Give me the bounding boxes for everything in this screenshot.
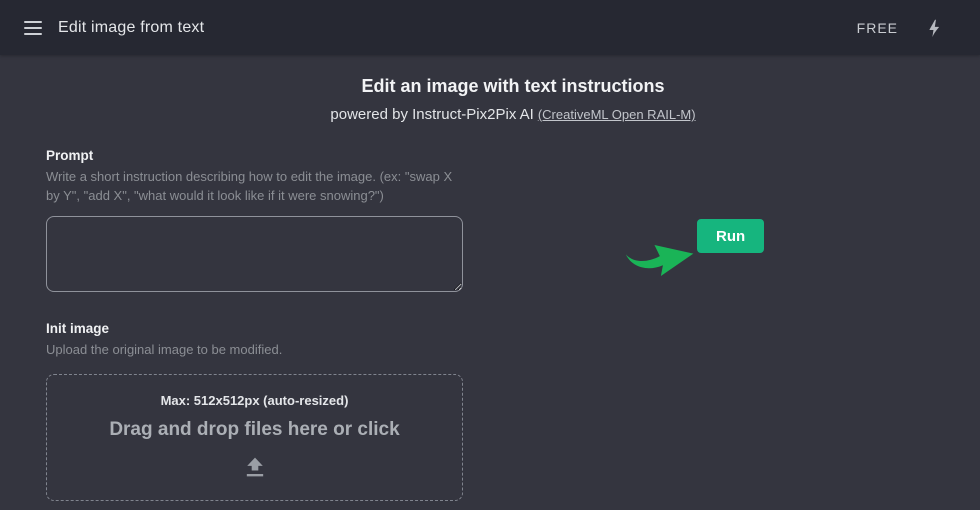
topbar-right: FREE xyxy=(857,17,944,39)
form-column: Prompt Write a short instruction describ… xyxy=(46,148,463,501)
topbar: Edit image from text FREE xyxy=(0,0,980,55)
page-subtitle: powered by Instruct-Pix2Pix AI (CreativeM… xyxy=(46,106,980,123)
curved-arrow-icon xyxy=(625,245,694,277)
bolt-icon[interactable] xyxy=(922,17,944,39)
plan-badge[interactable]: FREE xyxy=(857,20,898,36)
app-title: Edit image from text xyxy=(58,18,205,36)
init-image-help: Upload the original image to be modified… xyxy=(46,341,283,357)
prompt-section: Prompt Write a short instruction describ… xyxy=(46,148,463,292)
file-dropzone[interactable]: Max: 512x512px (auto-resized) Drag and d… xyxy=(46,373,463,501)
hero: Edit an image with text instructions pow… xyxy=(46,76,980,123)
dropzone-max-note: Max: 512x512px (auto-resized) xyxy=(160,392,349,408)
page-title: Edit an image with text instructions xyxy=(361,76,665,96)
run-button[interactable]: Run xyxy=(697,219,765,253)
init-image-section: Init image Upload the original image to … xyxy=(46,321,463,501)
run-group: Run xyxy=(624,219,765,283)
upload-icon xyxy=(241,453,269,486)
prompt-help: Write a short instruction describing how… xyxy=(46,169,453,203)
menu-bar xyxy=(24,26,42,29)
dropzone-instruction: Drag and drop files here or click xyxy=(109,418,400,440)
subtitle-text: powered by Instruct-Pix2Pix AI xyxy=(330,106,534,123)
menu-bar xyxy=(24,20,42,23)
init-image-label: Init image xyxy=(46,320,110,336)
prompt-label: Prompt xyxy=(46,148,94,163)
menu-icon[interactable] xyxy=(24,20,42,35)
license-link[interactable]: (CreativeML Open RAIL-M) xyxy=(538,107,696,122)
prompt-textarea[interactable] xyxy=(46,215,463,292)
main-content: Edit an image with text instructions pow… xyxy=(0,76,980,501)
menu-bar xyxy=(24,32,42,35)
